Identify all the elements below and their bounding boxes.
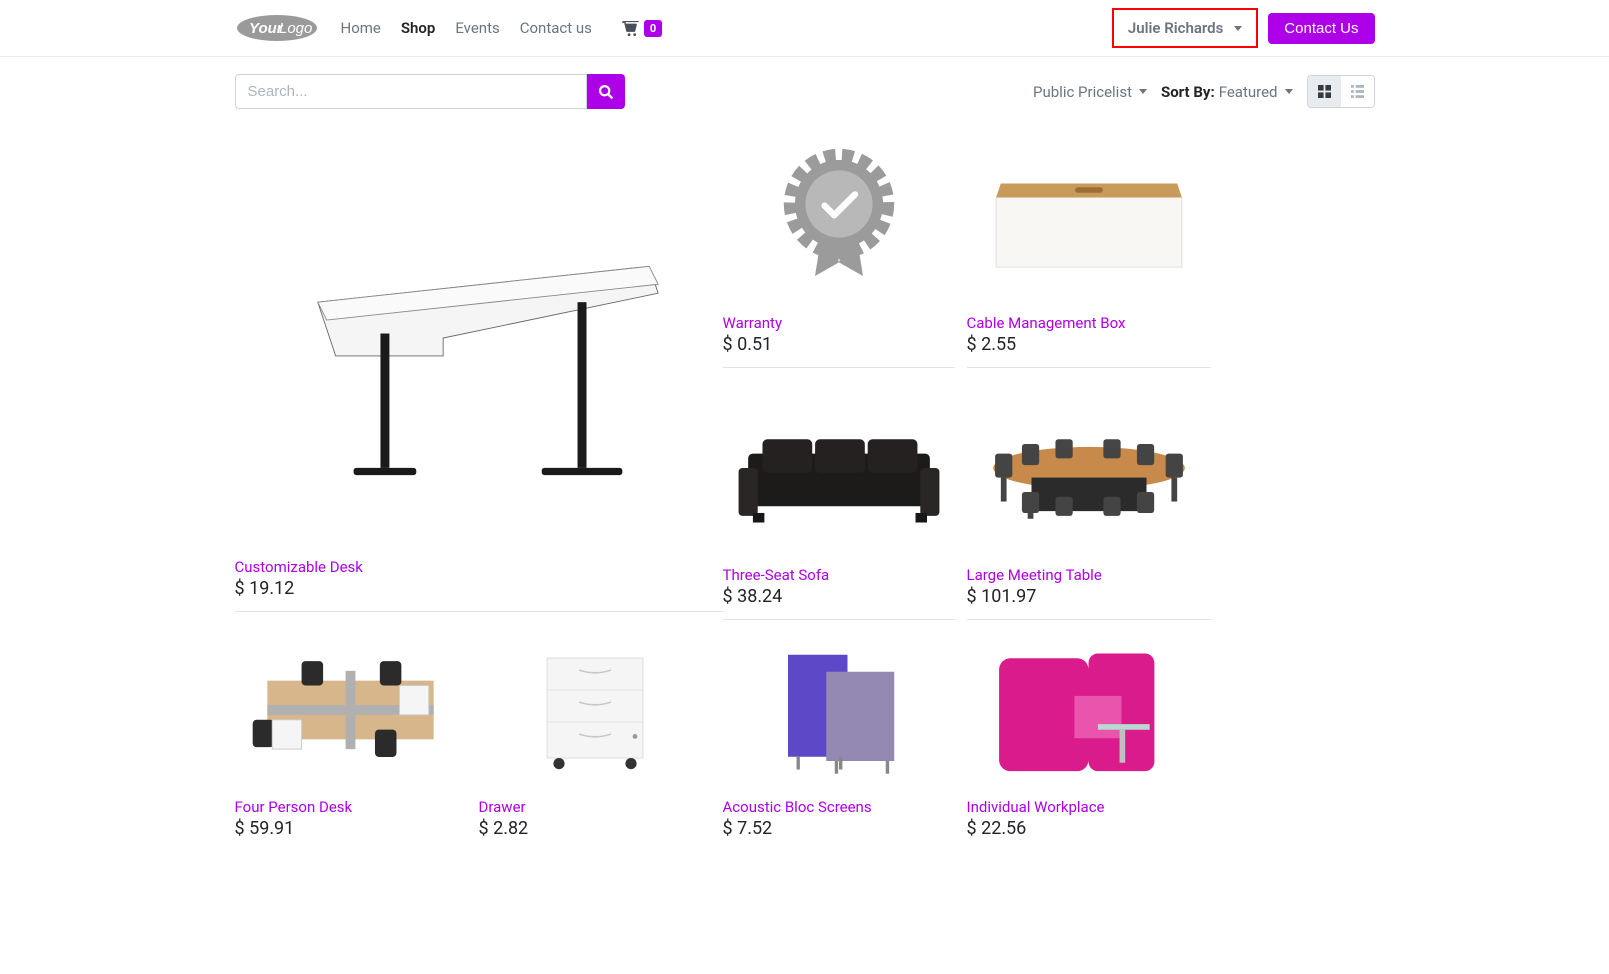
product-card-large-meeting-table: Large Meeting Table $ 101.97	[967, 378, 1211, 620]
search-input[interactable]	[235, 74, 587, 109]
pricelist-label: Public Pricelist	[1033, 83, 1132, 101]
product-title[interactable]: Acoustic Bloc Screens	[723, 798, 872, 816]
product-card-cable-management-box: Cable Management Box $ 2.55	[967, 126, 1211, 368]
nav-events[interactable]: Events	[445, 11, 509, 45]
product-image[interactable]	[967, 126, 1211, 306]
product-card-individual-workplace: Individual Workplace $ 22.56	[967, 630, 1211, 851]
product-price: $ 2.82	[479, 818, 711, 839]
product-card-drawer: Drawer $ 2.82	[479, 630, 711, 851]
product-price: $ 7.52	[723, 818, 955, 839]
product-title[interactable]: Warranty	[723, 314, 783, 332]
product-title[interactable]: Four Person Desk	[235, 798, 353, 816]
product-title[interactable]: Cable Management Box	[967, 314, 1126, 332]
list-view-button[interactable]	[1341, 76, 1374, 107]
navbar: Your Logo Home Shop Events Contact us 0 …	[0, 0, 1609, 57]
product-image[interactable]	[967, 378, 1211, 558]
product-card-four-person-desk: Four Person Desk $ 59.91	[235, 630, 467, 851]
product-title[interactable]: Customizable Desk	[235, 558, 363, 576]
search-group	[235, 74, 625, 109]
product-card-customizable-desk: Customizable Desk $ 19.12	[235, 126, 723, 612]
product-image[interactable]	[723, 126, 955, 306]
cart-count-badge: 0	[644, 20, 662, 37]
product-price: $ 2.55	[967, 334, 1211, 355]
product-card-warranty: Warranty $ 0.51	[723, 126, 955, 368]
sort-dropdown[interactable]: Sort By: Featured	[1161, 83, 1293, 101]
product-image[interactable]	[235, 630, 467, 790]
sort-by-label: Sort By:	[1161, 83, 1215, 101]
contact-us-button[interactable]: Contact Us	[1268, 13, 1374, 44]
product-price: $ 0.51	[723, 334, 955, 355]
product-image[interactable]	[723, 378, 955, 558]
product-image[interactable]	[967, 630, 1211, 790]
grid-view-button[interactable]	[1308, 76, 1341, 107]
product-price: $ 22.56	[967, 818, 1211, 839]
search-icon	[599, 85, 613, 99]
product-title[interactable]: Three-Seat Sofa	[723, 566, 830, 584]
search-button[interactable]	[587, 74, 625, 109]
product-grid: Customizable Desk $ 19.12	[235, 126, 1375, 871]
product-image[interactable]	[479, 630, 711, 790]
nav-shop[interactable]: Shop	[391, 11, 445, 45]
chevron-down-icon	[1234, 26, 1242, 31]
grid-icon	[1318, 85, 1331, 98]
cart-icon	[622, 21, 639, 36]
chevron-down-icon	[1139, 89, 1147, 94]
product-card-acoustic-bloc-screens: Acoustic Bloc Screens $ 7.52	[723, 630, 955, 851]
product-title[interactable]: Drawer	[479, 798, 526, 816]
main-nav: Home Shop Events Contact us	[331, 11, 602, 45]
chevron-down-icon	[1285, 89, 1293, 94]
list-icon	[1351, 85, 1364, 98]
product-title[interactable]: Large Meeting Table	[967, 566, 1102, 584]
svg-text:Logo: Logo	[279, 20, 312, 37]
sort-by-value: Featured	[1219, 83, 1278, 101]
product-card-three-seat-sofa: Three-Seat Sofa $ 38.24	[723, 378, 955, 620]
product-title[interactable]: Individual Workplace	[967, 798, 1105, 816]
user-dropdown[interactable]: Julie Richards	[1112, 8, 1258, 48]
user-name: Julie Richards	[1128, 19, 1223, 37]
toolbar: Public Pricelist Sort By: Featured	[235, 57, 1375, 126]
cart-link[interactable]: 0	[622, 20, 662, 37]
product-image[interactable]	[723, 630, 955, 790]
product-price: $ 101.97	[967, 586, 1211, 607]
product-image[interactable]	[235, 126, 723, 550]
nav-contact-us[interactable]: Contact us	[510, 11, 602, 45]
product-price: $ 38.24	[723, 586, 955, 607]
view-toggle-group	[1307, 75, 1375, 108]
pricelist-dropdown[interactable]: Public Pricelist	[1033, 83, 1147, 101]
nav-home[interactable]: Home	[331, 11, 391, 45]
product-price: $ 59.91	[235, 818, 467, 839]
logo[interactable]: Your Logo	[235, 13, 327, 43]
product-price: $ 19.12	[235, 578, 723, 599]
